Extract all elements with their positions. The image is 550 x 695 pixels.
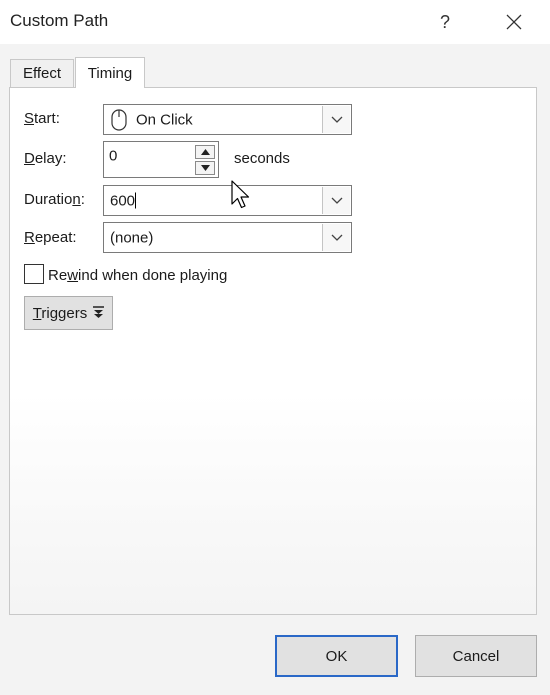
- delay-spin-buttons: [195, 143, 217, 176]
- title-bar: Custom Path ?: [0, 0, 550, 44]
- delay-label: Delay:: [24, 150, 67, 167]
- repeat-dropdown[interactable]: (none): [103, 222, 352, 253]
- triggers-label: Triggers: [32, 304, 88, 322]
- duration-dropdown-arrow[interactable]: [322, 187, 350, 214]
- dialog-title: Custom Path: [10, 11, 109, 30]
- tab-effect[interactable]: Effect: [10, 59, 74, 87]
- ok-button[interactable]: OK: [275, 635, 398, 677]
- chevron-down-icon: [331, 116, 342, 123]
- rewind-label[interactable]: Rewind when done playing: [48, 267, 227, 284]
- delay-unit-label: seconds: [234, 150, 290, 167]
- tab-effect-label: Effect: [22, 65, 62, 82]
- delay-increment-button[interactable]: [195, 145, 215, 159]
- close-icon: [506, 14, 522, 30]
- close-button[interactable]: [496, 6, 532, 38]
- ok-button-label: OK: [325, 647, 348, 665]
- triggers-button[interactable]: Triggers: [24, 296, 113, 330]
- repeat-value: (none): [110, 229, 154, 246]
- delay-value: 0: [109, 147, 118, 165]
- delay-spinner[interactable]: 0: [103, 141, 219, 178]
- duration-label: Duration:: [24, 191, 85, 208]
- duration-combobox[interactable]: 600: [103, 185, 352, 216]
- double-chevron-down-icon: [93, 306, 105, 318]
- chevron-down-icon: [331, 234, 342, 241]
- repeat-label: Repeat:: [24, 229, 77, 246]
- chevron-down-icon: [331, 197, 342, 204]
- help-icon: ?: [439, 11, 450, 32]
- help-button[interactable]: ?: [428, 6, 462, 38]
- tab-timing-label: Timing: [87, 64, 133, 82]
- triangle-up-icon: [200, 149, 210, 155]
- cancel-button[interactable]: Cancel: [415, 635, 537, 677]
- start-value: On Click: [136, 111, 193, 128]
- text-caret: [135, 192, 137, 208]
- cancel-button-label: Cancel: [452, 647, 500, 665]
- rewind-checkbox[interactable]: [24, 264, 44, 284]
- duration-value: 600: [110, 192, 137, 209]
- delay-decrement-button[interactable]: [195, 161, 215, 175]
- repeat-dropdown-arrow[interactable]: [322, 224, 350, 251]
- triangle-down-icon: [200, 165, 210, 171]
- mouse-icon: [111, 109, 127, 131]
- start-dropdown[interactable]: On Click: [103, 104, 352, 135]
- mouse-pointer-icon: [231, 180, 250, 209]
- start-dropdown-arrow[interactable]: [322, 106, 350, 133]
- start-label: Start:: [24, 110, 60, 127]
- tab-timing[interactable]: Timing: [75, 57, 145, 88]
